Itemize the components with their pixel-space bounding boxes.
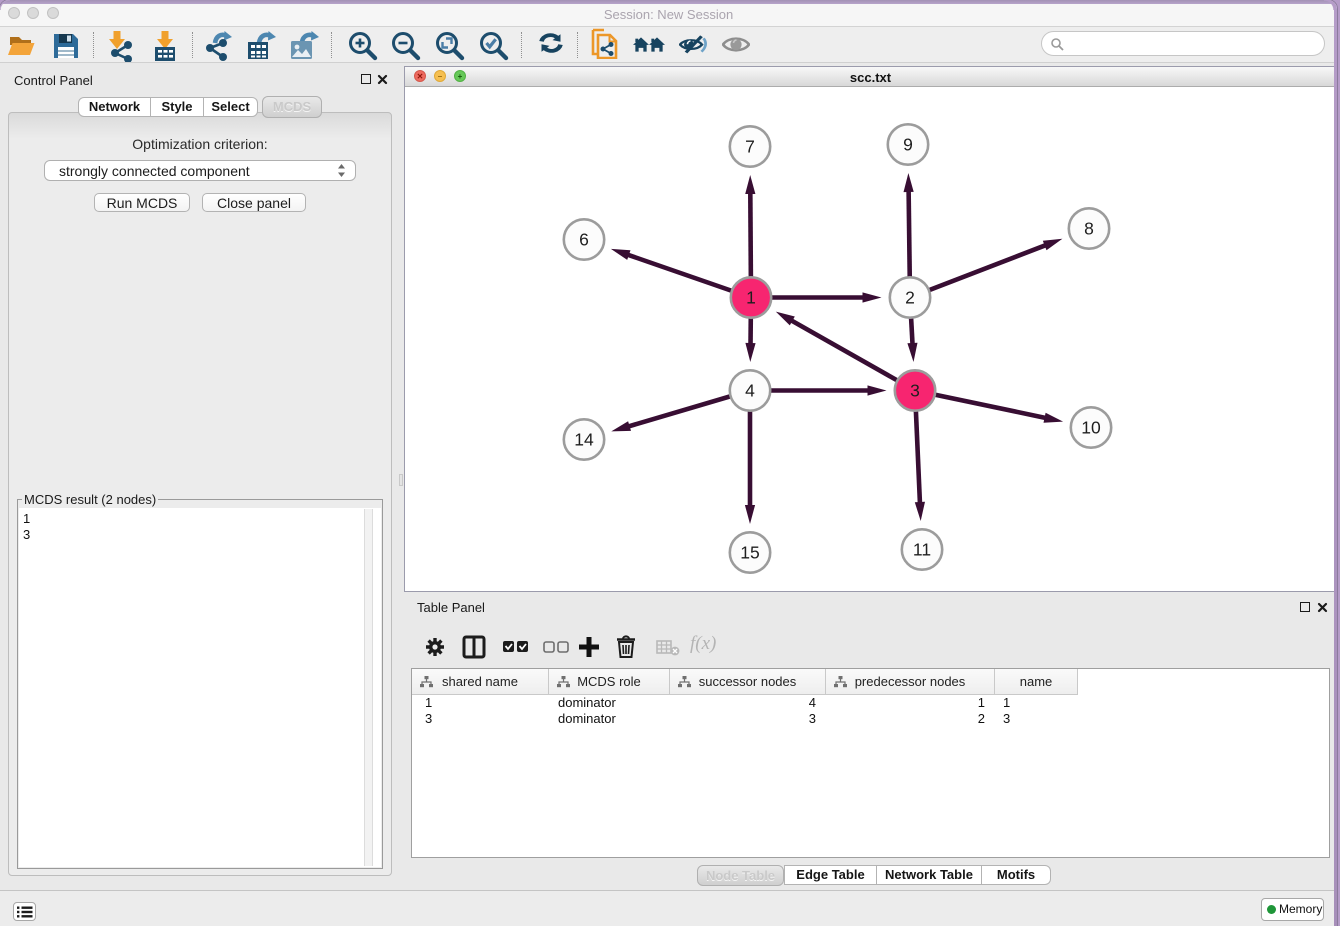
svg-text:11: 11 (913, 540, 931, 560)
svg-text:8: 8 (1084, 219, 1094, 239)
svg-text:7: 7 (745, 137, 755, 157)
svg-text:10: 10 (1081, 418, 1101, 438)
svg-text:4: 4 (745, 381, 755, 401)
svg-text:6: 6 (579, 230, 589, 250)
svg-text:1: 1 (746, 288, 756, 308)
svg-text:15: 15 (740, 543, 759, 563)
svg-text:3: 3 (910, 381, 920, 401)
svg-text:9: 9 (903, 135, 913, 155)
svg-text:2: 2 (905, 288, 915, 308)
svg-text:14: 14 (574, 430, 594, 450)
